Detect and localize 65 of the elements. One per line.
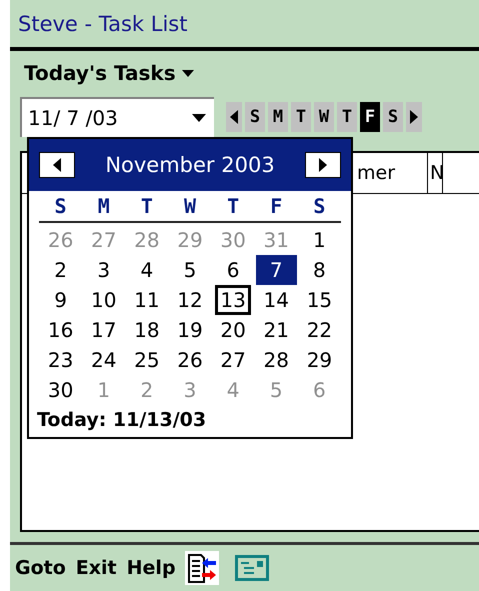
calendar-day[interactable]: 7 — [256, 255, 297, 285]
weekday-label: S — [54, 194, 67, 218]
next-month-button[interactable] — [305, 152, 341, 178]
calendar-day[interactable]: 9 — [49, 285, 72, 315]
weekday-button[interactable]: T — [291, 102, 311, 132]
calendar-day[interactable]: 19 — [172, 315, 208, 345]
calendar-day[interactable]: 15 — [302, 285, 338, 315]
calendar-day[interactable]: 14 — [258, 285, 294, 315]
calendar-day[interactable]: 21 — [258, 315, 294, 345]
previous-week-button[interactable] — [226, 102, 242, 132]
weekday-label: M — [98, 194, 110, 218]
weekday-label: W — [184, 194, 196, 218]
weekday-button[interactable]: S — [383, 102, 403, 132]
calendar-day[interactable]: 6 — [222, 255, 244, 285]
left-arrow-icon — [53, 158, 61, 172]
weekday-button[interactable]: T — [337, 102, 357, 132]
calendar-day[interactable]: 29 — [302, 345, 338, 375]
calendar-day[interactable]: 27 — [215, 345, 251, 375]
weekday-label: T — [227, 194, 240, 218]
menu-item[interactable]: Help — [126, 557, 177, 579]
weekday-button[interactable]: S — [245, 102, 265, 132]
calendar-day[interactable]: 25 — [129, 345, 165, 375]
weekday-button[interactable]: M — [268, 102, 288, 132]
today-link[interactable]: Today: 11/13/03 — [37, 409, 206, 431]
calendar-day[interactable]: 2 — [49, 255, 72, 285]
calendar-day[interactable]: 28 — [258, 345, 294, 375]
weekday-label: S — [313, 194, 326, 218]
calendar-day[interactable]: 20 — [215, 315, 251, 345]
calendar-day[interactable]: 22 — [302, 315, 338, 345]
weekday-button[interactable]: F — [360, 102, 380, 132]
calendar-day[interactable]: 16 — [42, 315, 78, 345]
calendar-day[interactable]: 8 — [308, 255, 331, 285]
previous-month-button[interactable] — [39, 152, 75, 178]
menu-item[interactable]: Goto — [14, 557, 67, 579]
right-arrow-icon — [319, 158, 327, 172]
calendar-day[interactable]: 24 — [86, 345, 122, 375]
calendar-day[interactable]: 23 — [42, 345, 78, 375]
dropdown-arrow-icon — [192, 114, 206, 122]
weekday-button[interactable]: W — [314, 102, 334, 132]
calendar-day[interactable]: 12 — [172, 285, 208, 315]
sync-icon[interactable] — [184, 551, 219, 585]
card-icon[interactable] — [234, 555, 269, 581]
view-dropdown[interactable]: Today's Tasks — [20, 59, 198, 87]
calendar-day[interactable]: 3 — [92, 255, 116, 285]
calendar-day[interactable]: 5 — [178, 255, 202, 285]
calendar-day[interactable]: 18 — [129, 315, 165, 345]
calendar-day[interactable]: 13 — [215, 285, 251, 315]
calendar-day[interactable]: 4 — [135, 255, 158, 285]
month-title: November 2003 — [105, 153, 275, 177]
weekday-label: T — [140, 194, 153, 218]
weekday-label: F — [270, 194, 282, 218]
date-field[interactable]: 11/ 7 /03 — [20, 97, 214, 137]
calendar-day[interactable]: 26 — [172, 345, 208, 375]
column-header[interactable]: N — [428, 153, 443, 193]
right-arrow-icon — [410, 110, 418, 124]
calendar-day[interactable]: 17 — [86, 315, 122, 345]
left-arrow-icon — [230, 110, 238, 124]
calendar-day[interactable]: 1 — [308, 225, 331, 255]
window-title: Steve - Task List — [18, 12, 188, 36]
calendar-day[interactable]: 11 — [129, 285, 165, 315]
caret-icon — [182, 70, 194, 76]
next-week-button[interactable] — [406, 102, 422, 132]
menu-item[interactable]: Exit — [74, 557, 118, 579]
calendar-day[interactable]: 30 — [42, 375, 78, 405]
calendar-day[interactable]: 10 — [86, 285, 122, 315]
